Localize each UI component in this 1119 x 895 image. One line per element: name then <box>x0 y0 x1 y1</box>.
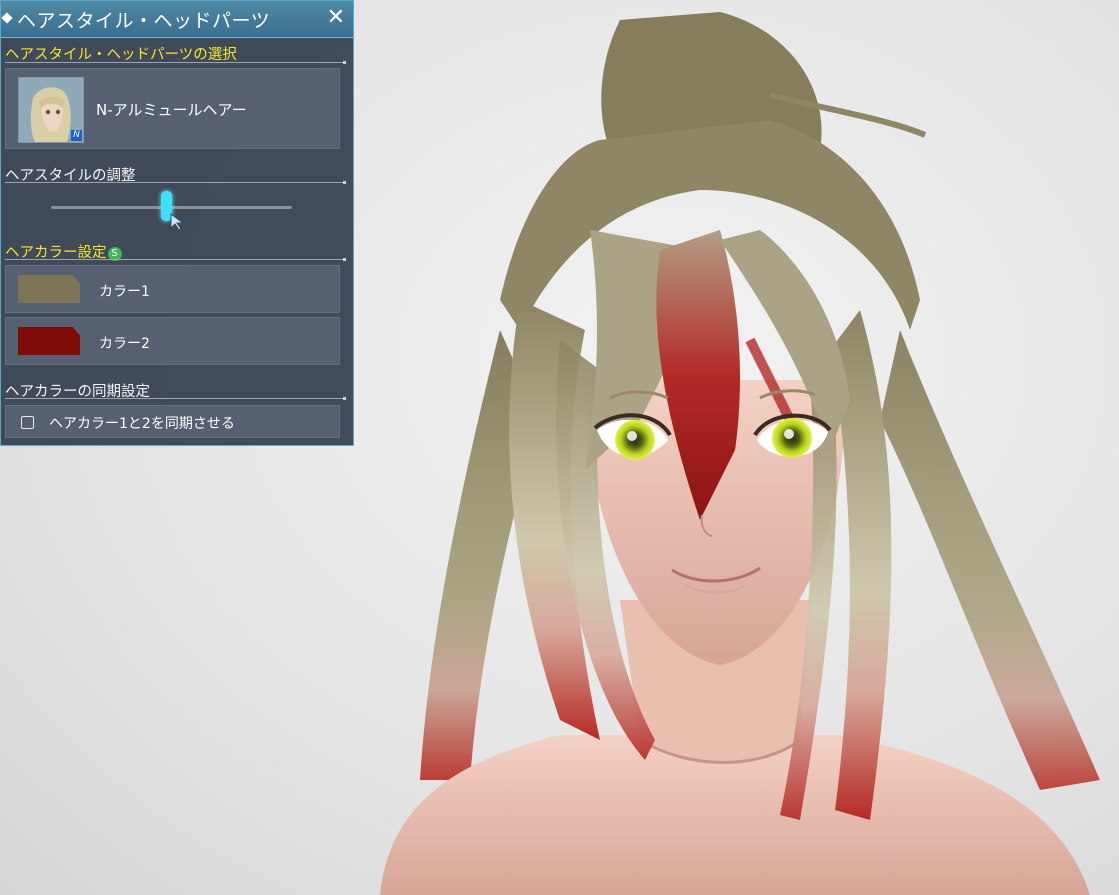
divider <box>5 181 346 184</box>
hairstyle-select-button[interactable]: N N-アルミュールヘアー <box>5 68 340 149</box>
color-1-swatch <box>18 275 80 303</box>
hair-color-1-button[interactable]: カラー1 <box>5 265 340 313</box>
hairstyle-thumbnail: N <box>18 77 84 143</box>
sync-checkbox-label: ヘアカラー1と2を同期させる <box>49 416 235 432</box>
divider <box>5 61 346 64</box>
divider <box>5 397 346 400</box>
color-1-label: カラー1 <box>99 284 150 300</box>
hairstyle-select-label: ヘアスタイル・ヘッドパーツの選択 <box>5 47 237 63</box>
panel-titlebar[interactable]: ヘアスタイル・ヘッドパーツ ✕ <box>1 1 353 38</box>
color-2-label: カラー2 <box>99 336 150 352</box>
new-badge: N <box>71 130 82 141</box>
mouse-cursor-icon <box>170 213 184 231</box>
diamond-icon <box>1 12 13 24</box>
sync-checkbox[interactable] <box>21 416 34 429</box>
hairstyle-panel: ヘアスタイル・ヘッドパーツ ✕ ヘアスタイル・ヘッドパーツの選択 N N-アルミ… <box>0 0 354 446</box>
close-button[interactable]: ✕ <box>327 4 345 32</box>
sync-checkbox-row[interactable]: ヘアカラー1と2を同期させる <box>5 405 340 438</box>
divider <box>5 258 346 261</box>
color-2-swatch <box>18 327 80 355</box>
selected-hairstyle-name: N-アルミュールヘアー <box>96 101 247 119</box>
panel-title: ヘアスタイル・ヘッドパーツ <box>17 10 271 32</box>
hair-color-2-button[interactable]: カラー2 <box>5 317 340 365</box>
